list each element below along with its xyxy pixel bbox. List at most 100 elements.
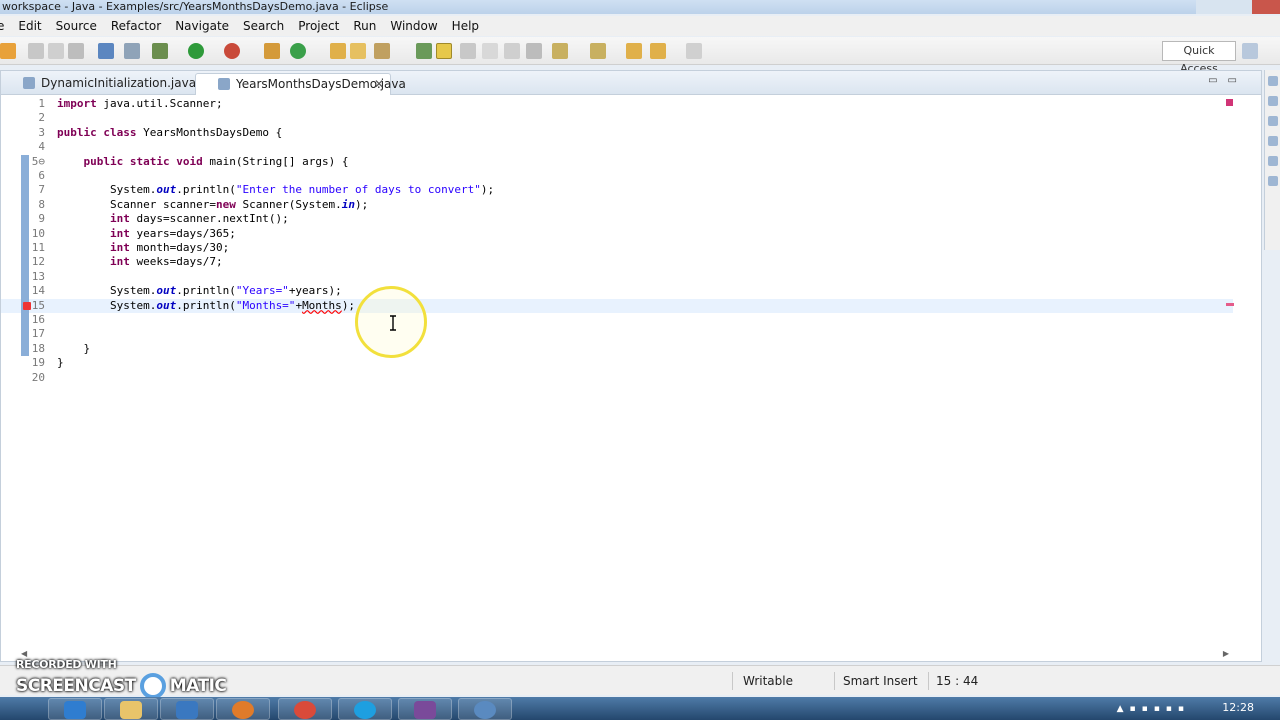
code-line[interactable]: 4 xyxy=(1,140,1233,154)
taskbar-eclipse[interactable] xyxy=(398,698,452,720)
code-line[interactable]: 8 Scanner scanner=new Scanner(System.in)… xyxy=(1,198,1233,212)
menu-file[interactable]: e xyxy=(0,19,12,33)
eclipse-icon xyxy=(414,701,436,719)
highlight-occurrences-icon[interactable] xyxy=(436,43,452,59)
menu-refactor[interactable]: Refactor xyxy=(105,19,169,33)
javadoc-icon[interactable] xyxy=(1268,136,1278,146)
menu-project[interactable]: Project xyxy=(292,19,347,33)
horizontal-scrollbar[interactable]: ◀ ▶ xyxy=(21,649,1229,659)
code-line[interactable]: 15 System.out.println("Months="+Months); xyxy=(1,298,1233,313)
skip-breakpoints-icon[interactable] xyxy=(124,43,140,59)
block-selection-icon[interactable] xyxy=(460,43,476,59)
code-text: int years=days/365; xyxy=(109,226,236,240)
next-annotation-icon[interactable] xyxy=(552,43,568,59)
taskbar-media[interactable] xyxy=(160,698,214,720)
status-insert-mode: Smart Insert xyxy=(843,674,918,688)
taskbar-firefox[interactable] xyxy=(216,698,270,720)
toggle-breadcrumb-icon[interactable] xyxy=(504,43,520,59)
code-line[interactable]: 9 int days=scanner.nextInt(); xyxy=(1,212,1233,226)
window-controls xyxy=(1196,0,1280,14)
menu-navigate[interactable]: Navigate xyxy=(169,19,237,33)
menu-source[interactable]: Source xyxy=(50,19,105,33)
scroll-right-icon[interactable]: ▶ xyxy=(1223,649,1229,658)
task-list-icon[interactable] xyxy=(1268,76,1278,86)
code-text: System.out.println("Months="+Months); xyxy=(57,298,356,312)
scroll-left-icon[interactable]: ◀ xyxy=(21,649,27,658)
code-line[interactable]: 20 xyxy=(1,371,1233,385)
open-console-icon[interactable] xyxy=(98,43,114,59)
error-marker-icon[interactable] xyxy=(23,301,31,310)
close-window-button[interactable] xyxy=(1252,0,1280,14)
code-text: Scanner scanner=new Scanner(System.in); xyxy=(57,197,369,211)
tab-dynamic-initialization[interactable]: DynamicInitialization.java xyxy=(1,73,196,95)
code-line[interactable]: 17 xyxy=(1,327,1233,341)
code-line[interactable]: 16 xyxy=(1,313,1233,327)
code-line[interactable]: 6 xyxy=(1,169,1233,183)
open-type-icon[interactable] xyxy=(330,43,346,59)
code-line[interactable]: 18 } xyxy=(1,342,1233,356)
minimize-button[interactable] xyxy=(1196,0,1224,14)
problems-icon[interactable] xyxy=(1268,116,1278,126)
menu-edit[interactable]: Edit xyxy=(12,19,49,33)
taskbar-skype[interactable] xyxy=(338,698,392,720)
code-line[interactable]: 3 public class YearsMonthsDaysDemo { xyxy=(1,126,1233,140)
new-package-icon[interactable] xyxy=(264,43,280,59)
run-external-icon[interactable] xyxy=(224,43,240,59)
debug-icon[interactable] xyxy=(152,43,168,59)
line-number: 2 xyxy=(38,111,45,125)
code-line[interactable]: 2 xyxy=(1,111,1233,125)
code-line[interactable]: 5⊖ public static void main(String[] args… xyxy=(1,155,1233,169)
show-whitespace-icon[interactable] xyxy=(482,43,498,59)
forward-arrow-icon[interactable] xyxy=(686,43,702,59)
open-perspective-icon[interactable] xyxy=(1242,43,1258,59)
last-edit-icon[interactable] xyxy=(626,43,642,59)
taskbar-chrome[interactable] xyxy=(278,698,332,720)
new-file-icon[interactable] xyxy=(0,43,16,59)
code-line[interactable]: 14 System.out.println("Years="+years); xyxy=(1,284,1233,298)
quick-access-field[interactable]: Quick Access xyxy=(1162,41,1236,75)
editor-area: DynamicInitialization.java YearsMonthsDa… xyxy=(0,70,1262,662)
tab-years-months-days-demo[interactable]: YearsMonthsDaysDemo.java ✕ xyxy=(195,73,406,95)
code-line[interactable]: 12 int weeks=days/7; xyxy=(1,255,1233,269)
print-icon[interactable] xyxy=(68,43,84,59)
menu-help[interactable]: Help xyxy=(446,19,487,33)
code-line[interactable]: 7 System.out.println("Enter the number o… xyxy=(1,183,1233,197)
run-icon[interactable] xyxy=(188,43,204,59)
taskbar-ie[interactable] xyxy=(48,698,102,720)
error-summary-icon[interactable] xyxy=(1226,99,1233,106)
save-icon[interactable] xyxy=(28,43,44,59)
open-folder-icon[interactable] xyxy=(350,43,366,59)
status-separator xyxy=(834,672,835,690)
error-overview-mark[interactable] xyxy=(1226,302,1234,306)
code-text: int weeks=days/7; xyxy=(109,255,223,269)
new-class-icon[interactable] xyxy=(290,43,306,59)
search-icon[interactable] xyxy=(374,43,390,59)
maximize-button[interactable] xyxy=(1224,0,1252,14)
back-arrow-icon[interactable] xyxy=(650,43,666,59)
prev-annotation-icon[interactable] xyxy=(590,43,606,59)
code-line[interactable]: 1 import java.util.Scanner; xyxy=(1,97,1233,111)
paragraph-icon[interactable] xyxy=(526,43,542,59)
editor-min-max-controls[interactable]: ▭▭ xyxy=(1208,75,1247,86)
code-line[interactable]: 10 int years=days/365; xyxy=(1,227,1233,241)
taskbar-clock: 12:28 xyxy=(1222,701,1254,714)
save-all-icon[interactable] xyxy=(48,43,64,59)
window-title: workspace - Java - Examples/src/YearsMon… xyxy=(2,0,389,13)
menu-window[interactable]: Window xyxy=(384,19,445,33)
taskbar-screencast[interactable] xyxy=(458,698,512,720)
taskbar-explorer[interactable] xyxy=(104,698,158,720)
pin-icon[interactable] xyxy=(416,43,432,59)
overview-ruler[interactable] xyxy=(1223,97,1237,657)
declaration-icon[interactable] xyxy=(1268,156,1278,166)
console-icon[interactable] xyxy=(1268,176,1278,186)
editor-tab-bar: DynamicInitialization.java YearsMonthsDa… xyxy=(1,71,1261,95)
code-line[interactable]: 11 int month=days/30; xyxy=(1,241,1233,255)
close-tab-icon[interactable]: ✕ xyxy=(374,74,384,94)
code-line[interactable]: 13 xyxy=(1,270,1233,284)
outline-icon[interactable] xyxy=(1268,96,1278,106)
system-tray-icons[interactable]: ▲▪▪▪▪▪ xyxy=(1117,704,1190,714)
menu-search[interactable]: Search xyxy=(237,19,292,33)
code-editor[interactable]: 1 import java.util.Scanner; 2 3 public class… xyxy=(1,97,1241,657)
code-line[interactable]: 19} xyxy=(1,356,1233,370)
menu-run[interactable]: Run xyxy=(347,19,384,33)
